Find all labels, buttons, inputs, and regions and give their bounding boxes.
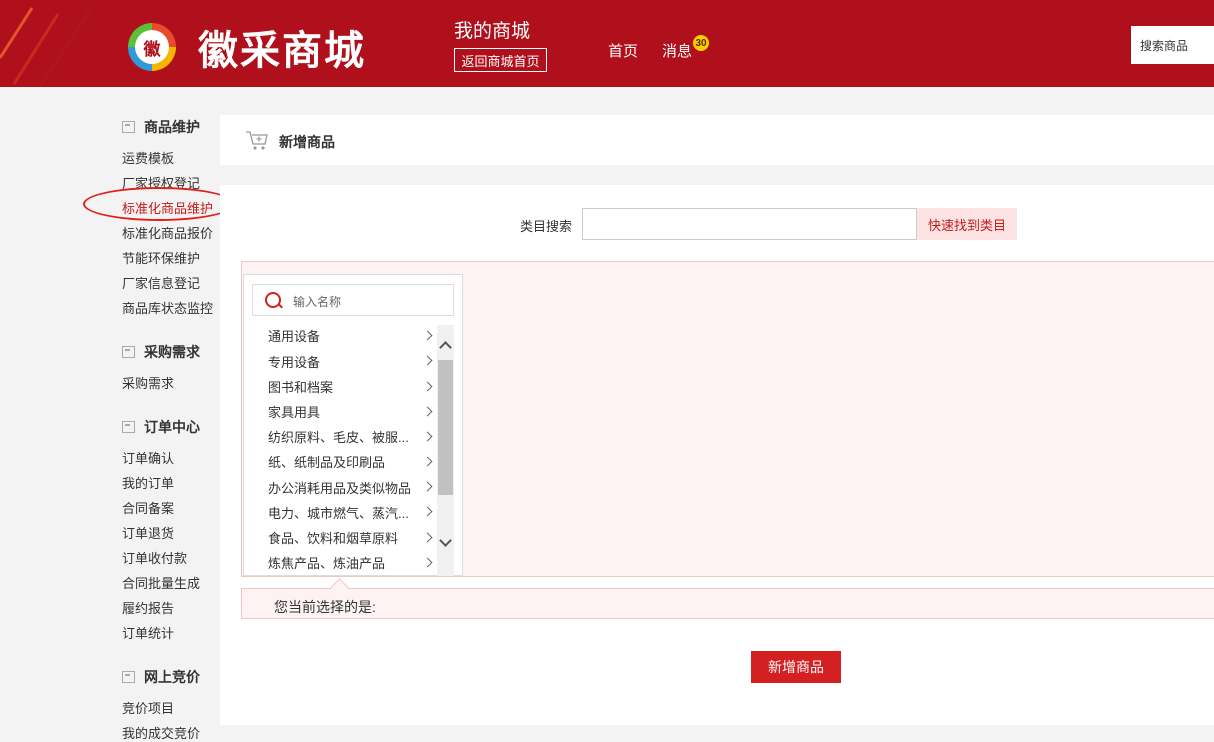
sidebar-item-order-confirm[interactable]: 订单确认 (122, 448, 174, 467)
sidebar-item-order-payment[interactable]: 订单收付款 (122, 548, 187, 567)
sidebar-section-online-bidding: 网上竞价 (122, 667, 200, 687)
category-item[interactable]: 专用设备 (268, 352, 438, 371)
back-to-mall-button[interactable]: 返回商城首页 (454, 48, 547, 72)
product-search-input[interactable]: 搜索商品 (1131, 26, 1214, 64)
sidebar-item-my-winning-bids[interactable]: 我的成交竞价 (122, 723, 200, 742)
sidebar-item-bidding-projects[interactable]: 竞价项目 (122, 698, 174, 717)
category-item[interactable]: 食品、饮料和烟草原料 (268, 528, 438, 547)
category-search-input[interactable] (582, 208, 917, 240)
message-count-badge: 30 (693, 35, 709, 51)
category-item[interactable]: 通用设备 (268, 326, 438, 345)
category-item[interactable]: 纺织原料、毛皮、被服... (268, 427, 438, 446)
current-selection-bar (241, 588, 1214, 619)
bottom-strip (241, 725, 1214, 741)
sidebar-section-product-maintenance: 商品维护 (122, 117, 200, 137)
category-item[interactable]: 图书和档案 (268, 377, 438, 396)
nav-messages-link[interactable]: 消息 (662, 40, 692, 61)
sidebar-item-procurement-demand[interactable]: 采购需求 (122, 373, 174, 392)
scrollbar-thumb[interactable] (438, 360, 453, 495)
sidebar-item-standard-product-quote[interactable]: 标准化商品报价 (122, 223, 213, 242)
sidebar-section-procurement: 采购需求 (122, 342, 200, 362)
add-product-button[interactable]: 新增商品 (751, 651, 841, 683)
category-item[interactable]: 电力、城市燃气、蒸汽... (268, 503, 438, 522)
category-item[interactable]: 炼焦产品、炼油产品 (268, 553, 438, 571)
sidebar-item-energy-saving[interactable]: 节能环保维护 (122, 248, 200, 267)
logo-emblem-char: 徽 (135, 30, 169, 64)
cart-add-icon (246, 131, 268, 150)
sidebar-item-performance-report[interactable]: 履约报告 (122, 598, 174, 617)
sidebar-item-contract-filing[interactable]: 合同备案 (122, 498, 174, 517)
section-title: 商品维护 (144, 119, 200, 135)
section-title: 订单中心 (144, 419, 200, 435)
category-search-label: 类目搜索 (520, 219, 573, 234)
sidebar-item-my-orders[interactable]: 我的订单 (122, 473, 174, 492)
logo-emblem-icon: 徽 (128, 23, 176, 71)
category-item[interactable]: 家具用具 (268, 402, 438, 421)
decorative-stripes (0, 7, 91, 87)
section-icon (122, 421, 135, 433)
logo-text: 徽采商城 (198, 28, 366, 74)
nav-home-link[interactable]: 首页 (608, 40, 638, 61)
sidebar-item-library-status[interactable]: 商品库状态监控 (122, 298, 213, 317)
mall-title: 我的商城 (454, 21, 531, 42)
sidebar-item-manufacturer-info[interactable]: 厂家信息登记 (122, 273, 200, 292)
sidebar-item-freight-template[interactable]: 运费模板 (122, 148, 174, 167)
category-tree-search-input[interactable]: 输入名称 (252, 284, 454, 316)
current-selection-label: 您当前选择的是: (274, 599, 376, 615)
sidebar-item-order-return[interactable]: 订单退货 (122, 523, 174, 542)
category-item[interactable]: 办公消耗用品及类似物品 (268, 478, 438, 497)
quick-find-category-button[interactable]: 快速找到类目 (917, 208, 1017, 240)
page-title-bar: 新增商品 (220, 115, 1214, 165)
brand-logo[interactable]: 徽 徽采商城 (128, 18, 366, 76)
tree-search-placeholder: 输入名称 (293, 295, 342, 309)
search-icon (265, 292, 281, 308)
sidebar-item-batch-contract[interactable]: 合同批量生成 (122, 573, 200, 592)
header-bar: 徽 徽采商城 我的商城 返回商城首页 首页 消息 30 搜索商品 (0, 0, 1214, 87)
highlight-annotation (83, 187, 235, 221)
section-title: 网上竞价 (144, 669, 200, 685)
section-title: 采购需求 (144, 344, 200, 360)
section-icon (122, 671, 135, 683)
sidebar-item-order-stats[interactable]: 订单统计 (122, 623, 174, 642)
section-icon (122, 121, 135, 133)
section-icon (122, 346, 135, 358)
sidebar-section-order-center: 订单中心 (122, 417, 200, 437)
page-title: 新增商品 (279, 134, 335, 150)
category-item[interactable]: 纸、纸制品及印刷品 (268, 452, 438, 471)
